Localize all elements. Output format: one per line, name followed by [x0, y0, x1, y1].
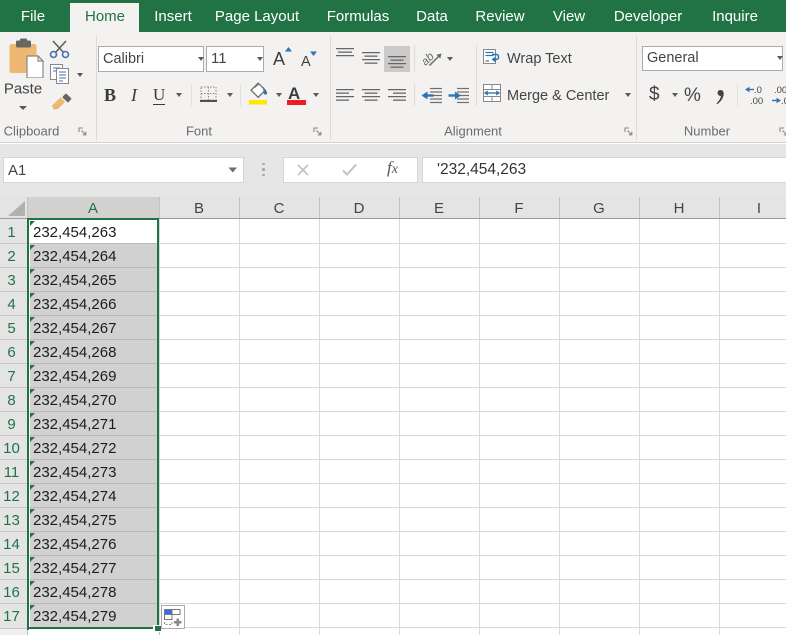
- svg-text:.00: .00: [750, 96, 763, 105]
- svg-text:.0: .0: [781, 96, 786, 105]
- svg-text:.0: .0: [754, 85, 762, 96]
- svg-text:ab: ab: [420, 50, 437, 68]
- svg-text:.00: .00: [774, 85, 786, 96]
